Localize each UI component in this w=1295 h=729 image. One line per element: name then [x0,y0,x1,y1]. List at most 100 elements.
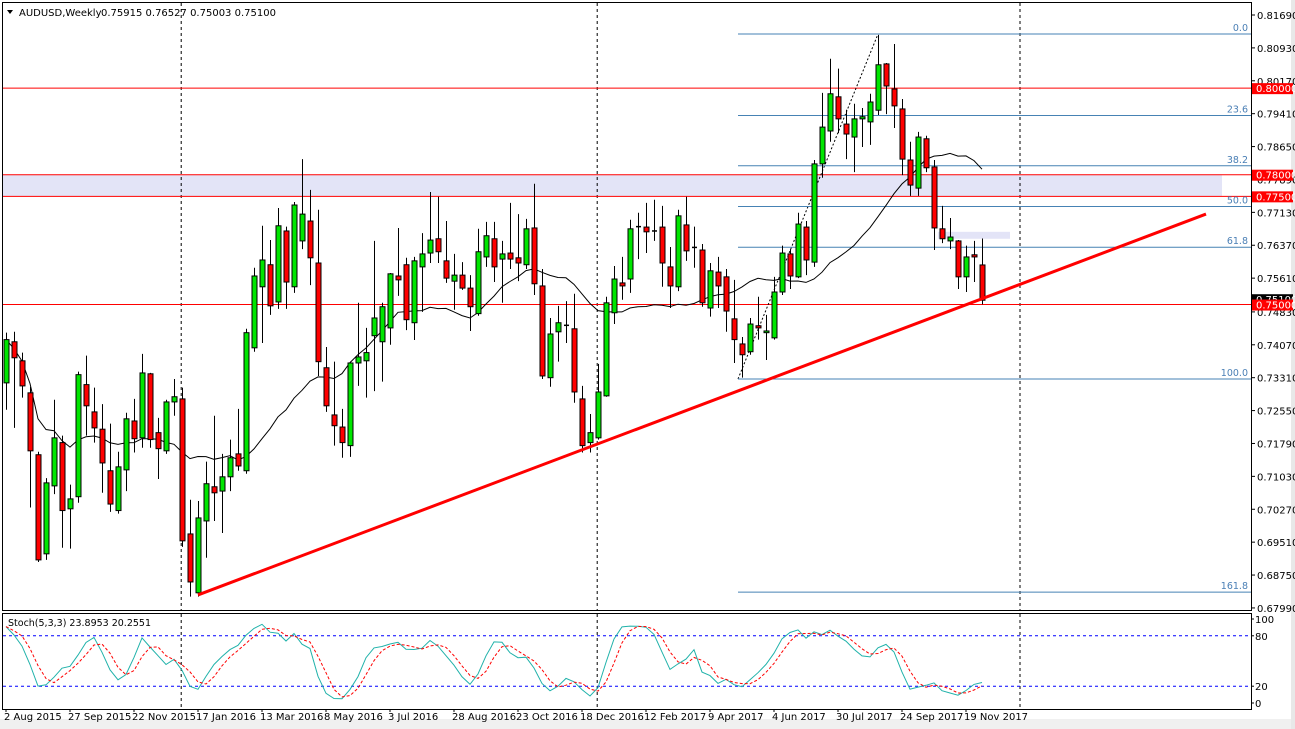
candle[interactable] [347,361,354,457]
price-axis-label: 0.80930 [1257,44,1295,55]
candle-body [955,240,962,278]
candle-body [579,398,586,447]
candle-body [275,225,282,303]
trading-chart[interactable]: 0.0 23.6 38.2 50.0 61.8 100.0 161.8 0.81690 0.8… [0,0,1295,729]
price-axis-label: 0.69510 [1257,538,1295,549]
candle-body [139,372,146,439]
candle-body [723,276,730,312]
candle[interactable] [403,257,410,331]
candle[interactable] [251,267,258,352]
date-axis-label: 8 May 2016 [324,712,383,723]
support-resistance-zone[interactable] [0,174,1222,197]
fibonacci-level-label: 38.2 [1227,155,1248,166]
candle-body [483,235,490,258]
date-axis-label: 17 Jan 2016 [196,712,256,723]
candle[interactable] [147,372,154,448]
candle[interactable] [699,243,706,307]
level-price-label: 0.75000 [1256,301,1295,312]
candle-body [611,278,618,314]
candle[interactable] [675,209,682,292]
candle[interactable] [603,296,610,397]
price-axis-label: 0.71790 [1257,439,1295,450]
price-axis-label: 0.76370 [1257,241,1295,252]
candle-body [235,453,242,467]
candle-body [707,270,714,309]
candle-body [939,228,946,240]
candle-body [19,360,26,387]
fibonacci-level-label: 50.0 [1227,196,1248,207]
price-axis-label: 0.67990 [1257,604,1295,615]
date-axis-label: 19 Nov 2017 [964,712,1028,723]
candle[interactable] [923,135,930,173]
candle-body [339,426,346,444]
price-axis-label: 0.79410 [1257,110,1295,121]
date-axis-label: 22 Nov 2015 [132,712,196,723]
price-axis-label: 0.81690 [1257,11,1295,22]
candle-body [267,264,274,307]
candle-body [443,260,450,279]
price-axis-label: 0.70270 [1257,505,1295,516]
candle-body [219,476,226,492]
candle-body [243,332,250,472]
candle-body [947,236,954,242]
candle-body [35,454,42,561]
candle-body [323,367,330,407]
candle-body [395,275,402,281]
candle[interactable] [811,159,818,267]
candle[interactable] [75,371,82,503]
candle-body [803,226,810,261]
candle-body [195,517,202,594]
candle-body [67,498,74,510]
candle-body [259,259,266,288]
candle-body [491,238,498,268]
candle[interactable] [35,451,42,563]
candle-body [835,96,842,120]
candle-body [771,291,778,339]
candle[interactable] [915,131,922,196]
candle-body [331,414,338,427]
candle[interactable] [163,399,170,454]
price-axis-label: 0.68750 [1257,571,1295,582]
candle-body [571,328,578,393]
candle-body [203,483,210,522]
candle-body [451,274,458,282]
candle-body [755,325,762,329]
candle-body [291,204,298,288]
candle[interactable] [43,478,50,560]
candle-body [531,227,538,285]
candle[interactable] [291,201,298,293]
candle-body [227,457,234,478]
candle[interactable] [779,245,786,296]
candle-body [627,228,634,280]
date-axis-label: 18 Dec 2016 [580,712,644,723]
candle-body [171,396,178,403]
candle-body [379,306,386,343]
candle-body [867,101,874,123]
candle-body [699,249,706,304]
candle-body [739,343,746,356]
candle-body [979,264,986,301]
candle-body [299,213,306,242]
candle-body [851,118,858,138]
candle-body [643,226,650,233]
candle[interactable] [539,269,546,379]
candle-body [891,88,898,107]
stoch-axis-label: 0 [1255,699,1261,710]
candle[interactable] [243,328,250,474]
symbol-period-label: AUDUSD,Weekly [19,8,102,19]
candle-body [523,228,530,266]
candle-body [11,341,18,359]
candle-body [587,432,594,444]
chart-header: AUDUSD,Weekly 0.75915 0.76527 0.75003 0.… [7,8,276,19]
candle-body [715,271,722,287]
candle-body [315,262,322,363]
candle-body [363,352,370,362]
candle[interactable] [179,387,186,547]
date-axis-label: 12 Feb 2017 [644,712,706,723]
candle-body [211,486,218,494]
candle-body [475,251,482,315]
candle-body [355,356,362,364]
ohlc-readout: 0.75915 0.76527 0.75003 0.75100 [101,8,276,19]
candle-body [963,256,970,278]
candle-body [251,275,258,349]
